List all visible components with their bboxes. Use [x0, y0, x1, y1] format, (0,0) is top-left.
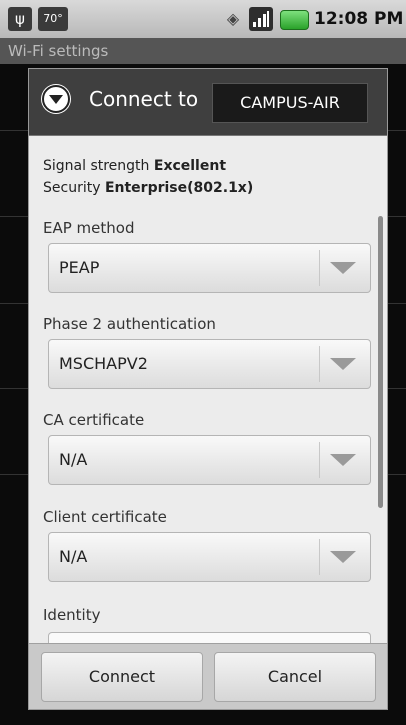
ca-certificate-value: N/A: [59, 450, 88, 469]
phase2-dropdown[interactable]: MSCHAPV2: [48, 339, 371, 389]
ca-certificate-dropdown[interactable]: N/A: [48, 435, 371, 485]
signal-strength-row: Signal strength Excellent: [43, 158, 226, 174]
dropdown-divider: [319, 539, 320, 575]
connect-dialog: Connect to CAMPUS-AIR Signal strength Ex…: [28, 68, 388, 710]
battery-icon: [280, 10, 309, 30]
chevron-down-icon: [330, 358, 356, 370]
phase2-label: Phase 2 authentication: [43, 315, 216, 333]
status-bar: ψ 70° ◈ 12:08 PM: [0, 0, 406, 38]
chevron-down-icon: [330, 454, 356, 466]
ca-certificate-label: CA certificate: [43, 411, 145, 429]
connect-button[interactable]: Connect: [41, 652, 203, 702]
signal-strength-value: Excellent: [153, 158, 227, 174]
cancel-button[interactable]: Cancel: [214, 652, 376, 702]
client-certificate-dropdown[interactable]: N/A: [48, 532, 371, 582]
security-value: Enterprise(802.1x): [104, 180, 254, 196]
dropdown-divider: [319, 442, 320, 478]
identity-label: Identity: [43, 606, 101, 624]
chevron-down-icon: [330, 262, 356, 274]
security-label: Security: [43, 180, 101, 196]
usb-icon: ψ: [8, 7, 32, 31]
eap-method-dropdown[interactable]: PEAP: [48, 243, 371, 293]
eap-method-label: EAP method: [43, 219, 135, 237]
dialog-scrollbar[interactable]: [378, 216, 383, 508]
vibrate-icon: ◈: [226, 9, 240, 28]
dialog-title: Connect to: [89, 87, 199, 111]
dialog-chevron-icon: [41, 84, 71, 114]
client-certificate-label: Client certificate: [43, 508, 167, 526]
dropdown-divider: [319, 250, 320, 286]
network-ssid: CAMPUS-AIR: [212, 83, 368, 123]
status-time: 12:08 PM: [314, 9, 404, 29]
client-certificate-value: N/A: [59, 547, 88, 566]
eap-method-value: PEAP: [59, 258, 100, 277]
temperature-icon: 70°: [38, 7, 68, 31]
dialog-header: Connect to CAMPUS-AIR: [29, 69, 387, 136]
signal-icon: [249, 7, 273, 31]
dropdown-divider: [319, 346, 320, 382]
phase2-value: MSCHAPV2: [59, 354, 148, 373]
dialog-body: Signal strength Excellent Security Enter…: [29, 136, 387, 662]
signal-strength-label: Signal strength: [43, 158, 150, 174]
security-row: Security Enterprise(802.1x): [43, 180, 253, 196]
chevron-down-icon: [330, 551, 356, 563]
dialog-footer: Connect Cancel: [29, 643, 387, 709]
background-title: Wi-Fi settings: [0, 38, 406, 64]
